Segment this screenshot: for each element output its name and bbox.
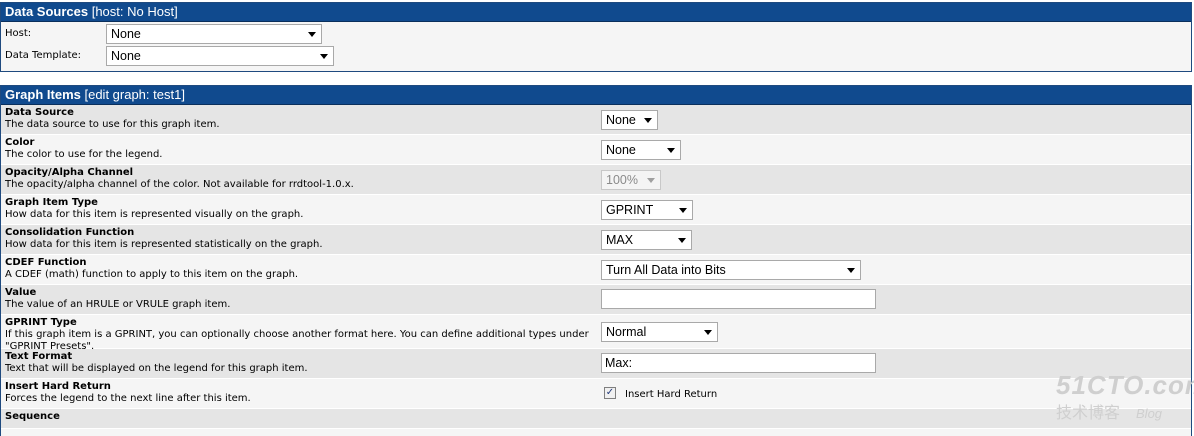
data-sources-title: Data Sources [5, 4, 89, 19]
item-type-name: Graph Item Type [5, 197, 98, 208]
color-select-value: None [606, 143, 636, 157]
host-select[interactable]: None [106, 24, 322, 44]
chevron-down-icon [647, 178, 655, 183]
data-sources-subtitle: [host: No Host] [91, 4, 178, 19]
graph-items-panel: Graph Items [edit graph: test1] Data Sou… [0, 85, 1192, 436]
item-type-desc: How data for this item is represented vi… [5, 209, 304, 220]
value-input[interactable] [601, 289, 876, 309]
cf-select-value: MAX [606, 233, 634, 247]
value-name: Value [5, 287, 37, 298]
cf-name: Consolidation Function [5, 227, 135, 238]
data-source-name: Data Source [5, 107, 74, 118]
chevron-down-icon [667, 148, 675, 153]
data-template-select-value: None [111, 49, 141, 63]
hard-return-checkbox-label[interactable]: Insert Hard Return [625, 389, 717, 400]
cdef-select-value: Turn All Data into Bits [606, 263, 726, 277]
color-row: Color The color to use for the legend. N… [1, 135, 1191, 165]
data-sources-header: Data Sources [host: No Host] [1, 3, 1191, 22]
alpha-name: Opacity/Alpha Channel [5, 167, 134, 178]
value-desc: The value of an HRULE or VRULE graph ite… [5, 299, 231, 310]
color-name: Color [5, 137, 35, 148]
chevron-down-icon [704, 330, 712, 335]
data-template-row: Data Template: None [1, 44, 1191, 68]
chevron-down-icon [847, 268, 855, 273]
cf-row: Consolidation Function How data for this… [1, 225, 1191, 255]
alpha-select-value: 100% [606, 173, 638, 187]
text-format-input[interactable]: Max: [601, 353, 876, 373]
cf-select[interactable]: MAX [601, 230, 692, 250]
cdef-select[interactable]: Turn All Data into Bits [601, 260, 861, 280]
cdef-name: CDEF Function [5, 257, 87, 268]
gprint-select-value: Normal [606, 325, 647, 339]
text-format-row: Text Format Text that will be displayed … [1, 349, 1191, 379]
chevron-down-icon [678, 238, 686, 243]
chevron-down-icon [320, 54, 328, 59]
text-format-name: Text Format [5, 351, 73, 362]
color-desc: The color to use for the legend. [5, 149, 163, 160]
value-row: Value The value of an HRULE or VRULE gra… [1, 285, 1191, 315]
text-format-desc: Text that will be displayed on the legen… [5, 363, 308, 374]
data-template-select[interactable]: None [106, 46, 334, 66]
data-source-select[interactable]: None [601, 110, 658, 130]
alpha-select[interactable]: 100% [601, 170, 661, 190]
data-source-desc: The data source to use for this graph it… [5, 119, 220, 130]
hard-return-checkbox[interactable]: ✓ [604, 387, 616, 399]
data-source-select-value: None [606, 113, 636, 127]
gprint-name: GPRINT Type [5, 317, 77, 328]
sequence-name: Sequence [5, 411, 60, 422]
hard-return-desc: Forces the legend to the next line after… [5, 393, 251, 404]
item-type-select[interactable]: GPRINT [601, 200, 693, 220]
cdef-desc: A CDEF (math) function to apply to this … [5, 269, 299, 280]
hard-return-row: Insert Hard Return Forces the legend to … [1, 379, 1191, 409]
chevron-down-icon [679, 208, 687, 213]
graph-items-header: Graph Items [edit graph: test1] [1, 86, 1191, 105]
host-select-value: None [111, 27, 141, 41]
cf-desc: How data for this item is represented st… [5, 239, 323, 250]
color-select[interactable]: None [601, 140, 681, 160]
chevron-down-icon [644, 118, 652, 123]
data-source-row: Data Source The data source to use for t… [1, 105, 1191, 135]
sequence-row: Sequence [1, 409, 1191, 429]
gprint-select[interactable]: Normal [601, 322, 718, 342]
data-template-label: Data Template: [5, 50, 82, 61]
gprint-row: GPRINT Type If this graph item is a GPRI… [1, 315, 1191, 352]
graph-items-subtitle: [edit graph: test1] [84, 87, 185, 102]
host-row: Host: None [1, 22, 1191, 44]
cdef-row: CDEF Function A CDEF (math) function to … [1, 255, 1191, 285]
alpha-row: Opacity/Alpha Channel The opacity/alpha … [1, 165, 1191, 195]
chevron-down-icon [308, 32, 316, 37]
item-type-row: Graph Item Type How data for this item i… [1, 195, 1191, 225]
host-label: Host: [5, 28, 32, 39]
hard-return-name: Insert Hard Return [5, 381, 111, 392]
item-type-select-value: GPRINT [606, 203, 654, 217]
alpha-desc: The opacity/alpha channel of the color. … [5, 179, 354, 190]
graph-items-title: Graph Items [5, 87, 81, 102]
data-sources-panel: Data Sources [host: No Host] Host: None … [0, 2, 1192, 72]
